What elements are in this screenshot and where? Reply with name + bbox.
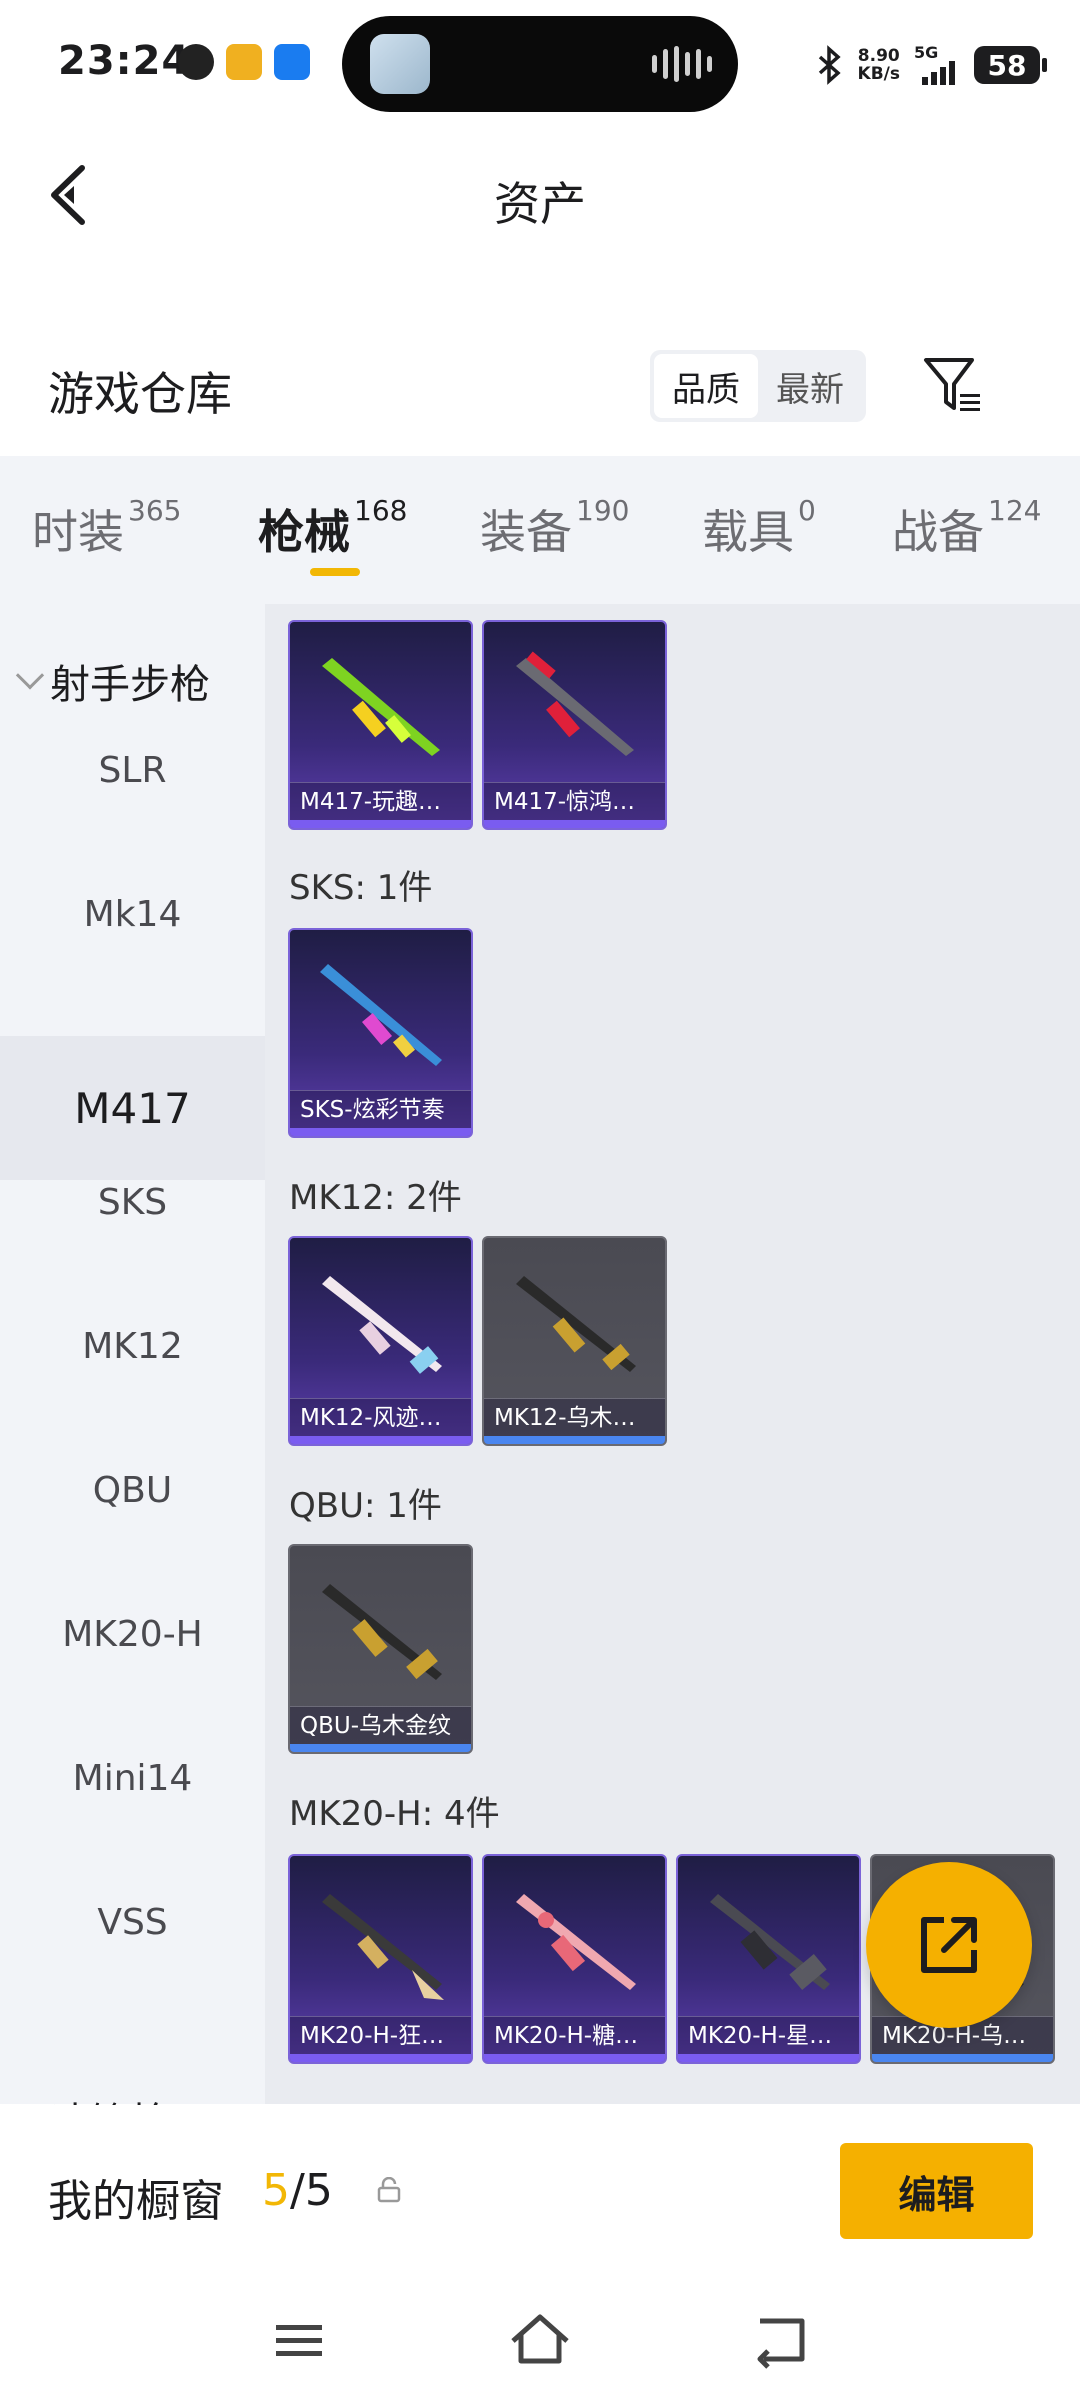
warehouse-title: 游戏仓库 <box>48 367 232 421</box>
showcase-bar: 我的橱窗 5/5 编辑 <box>0 2105 1080 2285</box>
rarity-bar <box>290 1436 471 1444</box>
app-notification-icon <box>178 44 214 80</box>
category-tabs: 时装 365 枪械 168 装备 190 载具 0 战备 124 <box>0 456 1080 604</box>
share-icon <box>921 1917 977 1973</box>
active-tab-indicator <box>310 568 360 576</box>
rifle-icon <box>710 1894 830 1990</box>
rifle-icon <box>320 964 442 1066</box>
sidebar-item-vss[interactable]: VSS <box>0 1850 265 1994</box>
rarity-bar <box>290 2054 471 2062</box>
edit-button[interactable]: 编辑 <box>840 2143 1033 2239</box>
island-app-icon <box>370 34 430 94</box>
status-bar: 23:24 8.90 KB/s 5G 58 <box>0 0 1080 130</box>
share-button[interactable] <box>866 1862 1032 2028</box>
bluetooth-icon <box>818 45 841 85</box>
battery-icon: 58 <box>974 46 1047 84</box>
filter-icon[interactable] <box>920 352 986 418</box>
showcase-count: 5/5 <box>262 2165 333 2216</box>
rifle-icon <box>516 1276 636 1372</box>
page-title: 资产 <box>494 177 586 231</box>
rarity-bar <box>484 1436 665 1444</box>
rarity-bar <box>678 2054 859 2062</box>
skin-card[interactable]: MK20-H-狂… <box>288 1854 473 2064</box>
sidebar-item-mk12[interactable]: MK12 <box>0 1274 265 1418</box>
skin-card[interactable]: MK12-风迹… <box>288 1236 473 1446</box>
sort-newest-button[interactable]: 最新 <box>758 354 862 418</box>
rifle-icon <box>516 1894 636 1990</box>
lock-icon <box>377 2177 401 2203</box>
sidebar-item-sks[interactable]: SKS <box>0 1130 265 1274</box>
section-title-mk20h: MK20-H: 4件 <box>289 1794 500 1834</box>
home-icon[interactable] <box>505 2305 575 2375</box>
sidebar-item-mk14[interactable]: Mk14 <box>0 842 265 986</box>
rarity-bar <box>484 820 665 828</box>
net-speed: 8.90 KB/s <box>857 46 900 84</box>
return-icon[interactable] <box>746 2305 816 2375</box>
section-title-qbu: QBU: 1件 <box>289 1486 442 1526</box>
skin-card[interactable]: SKS-炫彩节奏 <box>288 928 473 1138</box>
broadcast-icon <box>274 44 310 80</box>
rarity-bar <box>484 2054 665 2062</box>
dynamic-island[interactable] <box>342 16 738 112</box>
chevron-down-icon <box>15 661 45 690</box>
tab-fashion[interactable]: 时装 365 <box>32 494 181 562</box>
section-title-mk12: MK12: 2件 <box>289 1178 462 1218</box>
tab-vehicles[interactable]: 载具 0 <box>702 494 816 562</box>
status-time: 23:24 <box>58 38 191 84</box>
rarity-bar <box>872 2054 1053 2062</box>
rifle-icon <box>322 658 440 756</box>
rifle-icon <box>516 651 634 756</box>
rarity-bar <box>290 1744 471 1752</box>
sidebar-item-qbu[interactable]: QBU <box>0 1418 265 1562</box>
sidebar-item-mk20h[interactable]: MK20-H <box>0 1562 265 1706</box>
section-title-sks: SKS: 1件 <box>289 868 433 908</box>
sidebar-item-mini14[interactable]: Mini14 <box>0 1706 265 1850</box>
skin-card[interactable]: MK20-H-星… <box>676 1854 861 2064</box>
tab-firearms[interactable]: 枪械 168 <box>258 494 407 562</box>
skin-card[interactable]: MK12-乌木… <box>482 1236 667 1446</box>
audio-wave-icon <box>652 46 712 82</box>
sort-quality-button[interactable]: 品质 <box>654 354 758 418</box>
rarity-bar <box>290 820 471 828</box>
game-notification-icon <box>226 44 262 80</box>
rifle-icon <box>322 1894 444 2000</box>
signal-icon: 5G <box>914 45 960 85</box>
tab-supplies[interactable]: 战备 124 <box>892 494 1041 562</box>
system-nav-bar <box>0 2285 1080 2400</box>
skin-card[interactable]: M417-惊鸿… <box>482 620 667 830</box>
sidebar-item-slr[interactable]: SLR <box>0 698 265 842</box>
rifle-icon <box>322 1584 442 1680</box>
menu-icon[interactable] <box>264 2305 334 2375</box>
showcase-label: 我的橱窗 <box>48 2176 224 2227</box>
status-right: 8.90 KB/s 5G 58 <box>816 40 1047 90</box>
sort-toggle: 品质 最新 <box>650 350 866 422</box>
skin-card[interactable]: M417-玩趣… <box>288 620 473 830</box>
rifle-icon <box>322 1276 442 1374</box>
skin-card[interactable]: QBU-乌木金纹 <box>288 1544 473 1754</box>
tab-equipment[interactable]: 装备 190 <box>480 494 629 562</box>
skin-card[interactable]: MK20-H-糖… <box>482 1854 667 2064</box>
rarity-bar <box>290 1128 471 1136</box>
weapon-type-sidebar: 射手步枪 SLR Mk14 M417 SKS MK12 QBU MK20-H M… <box>0 604 265 2146</box>
